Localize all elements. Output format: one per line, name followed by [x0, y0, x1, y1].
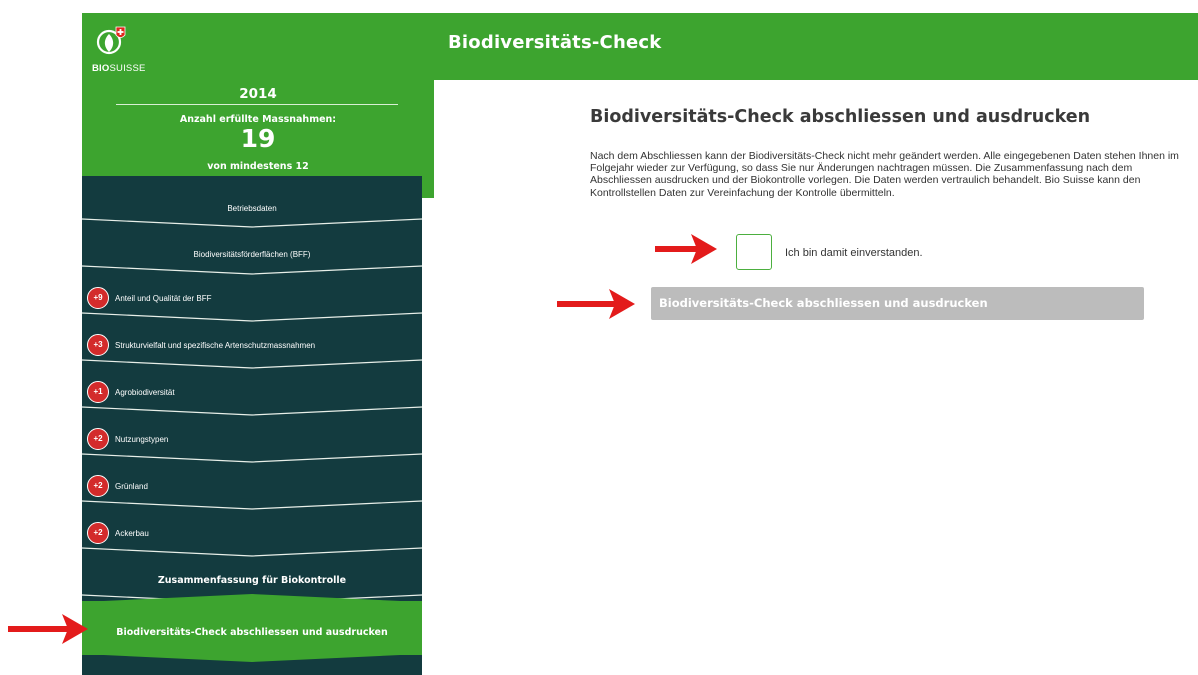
points-badge: +3 [87, 334, 109, 356]
right-arrow-icon [557, 289, 635, 319]
sidebar-item-label: Anteil und Qualität der BFF [115, 294, 212, 303]
sidebar-item-label: Biodiversitäts-Check abschliessen und au… [116, 627, 388, 638]
sidebar-item-bff[interactable]: Biodiversitätsförderflächen (BFF) [82, 234, 422, 274]
bud-logo-icon [96, 26, 126, 55]
sidebar-item-anteil-qualitaet[interactable]: +9 Anteil und Qualität der BFF [82, 279, 422, 319]
points-badge: +2 [87, 475, 109, 497]
points-badge: +2 [87, 428, 109, 450]
page-title: Biodiversitäts-Check abschliessen und au… [590, 107, 1091, 127]
sidebar-item-nutzungstypen[interactable]: +2 Nutzungstypen [82, 420, 422, 460]
bio-suisse-logo[interactable]: BIOSUISSE [92, 21, 145, 74]
right-arrow-icon [8, 614, 88, 644]
points-badge: +9 [87, 287, 109, 309]
header-bar: BIOSUISSE Biodiversitäts-Check [82, 13, 1198, 80]
divider [116, 104, 398, 105]
points-badge: +1 [87, 381, 109, 403]
sidebar-item-label: Nutzungstypen [115, 435, 169, 444]
measures-count: 19 [240, 124, 276, 153]
measures-minimum: von mindestens 12 [207, 161, 309, 172]
sidebar-item-agrobiodiversitaet[interactable]: +1 Agrobiodiversität [82, 373, 422, 413]
consent-checkbox[interactable] [736, 234, 772, 270]
sidebar-item-label: Zusammenfassung für Biokontrolle [157, 575, 347, 586]
sidebar-item-label: Strukturvielfalt und spezifische Artensc… [115, 341, 316, 350]
nav-divider [82, 594, 422, 610]
app-title: Biodiversitäts-Check [448, 32, 662, 53]
sidebar-item-label: Biodiversitätsförderflächen (BFF) [193, 250, 311, 259]
sidebar-item-label: Grünland [115, 482, 148, 491]
year-label: 2014 [239, 86, 277, 102]
sidebar-item-label: Betriebsdaten [227, 204, 277, 213]
sidebar-item-abschliessen[interactable]: Biodiversitäts-Check abschliessen und au… [82, 594, 422, 661]
info-paragraph: Nach dem Abschliessen kann der Biodivers… [590, 150, 1179, 199]
sidebar-item-betriebsdaten[interactable]: Betriebsdaten [82, 188, 422, 228]
finalize-print-button[interactable]: Biodiversitäts-Check abschliessen und au… [651, 287, 1144, 320]
sidebar-item-label: Agrobiodiversität [115, 388, 175, 397]
logo-wordmark: BIOSUISSE [92, 63, 146, 74]
points-badge: +2 [87, 522, 109, 544]
sidebar: 2014 Anzahl erfüllte Massnahmen: 19 von … [82, 80, 434, 675]
sidebar-item-ackerbau[interactable]: +2 Ackerbau [82, 514, 422, 554]
sidebar-item-label: Ackerbau [115, 529, 149, 538]
right-arrow-icon [655, 234, 717, 264]
consent-label: Ich bin damit einverstanden. [785, 247, 923, 259]
sidebar-item-strukturvielfalt[interactable]: +3 Strukturvielfalt und spezifische Arte… [82, 326, 422, 366]
sidebar-item-gruenland[interactable]: +2 Grünland [82, 467, 422, 507]
sidebar-footer [82, 654, 422, 675]
